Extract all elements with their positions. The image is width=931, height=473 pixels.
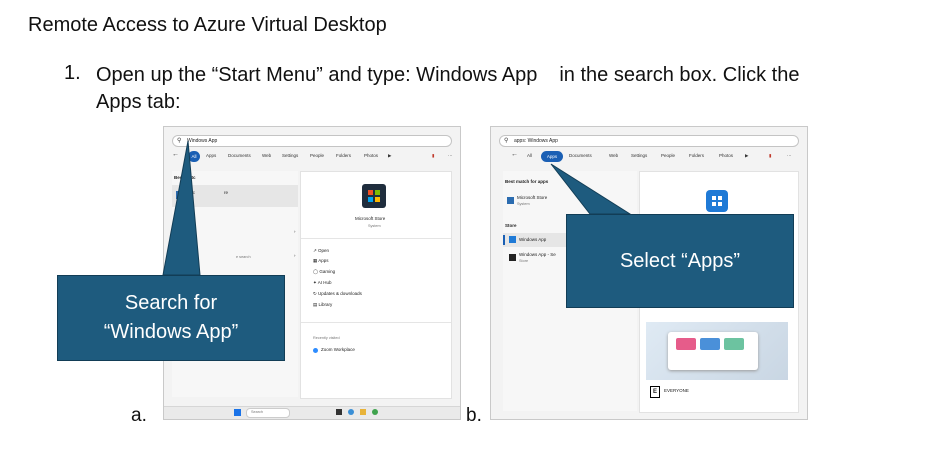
callout-search-for-windows-app: Search for “Windows App” <box>57 275 285 361</box>
callout-pointer-right <box>550 163 632 215</box>
callout-left-text: Search for “Windows App” <box>103 292 239 343</box>
callout-select-apps: Select “Apps” <box>566 214 794 308</box>
callout-right-text: Select “Apps” <box>619 249 741 272</box>
callout-pointer-left <box>162 140 201 276</box>
